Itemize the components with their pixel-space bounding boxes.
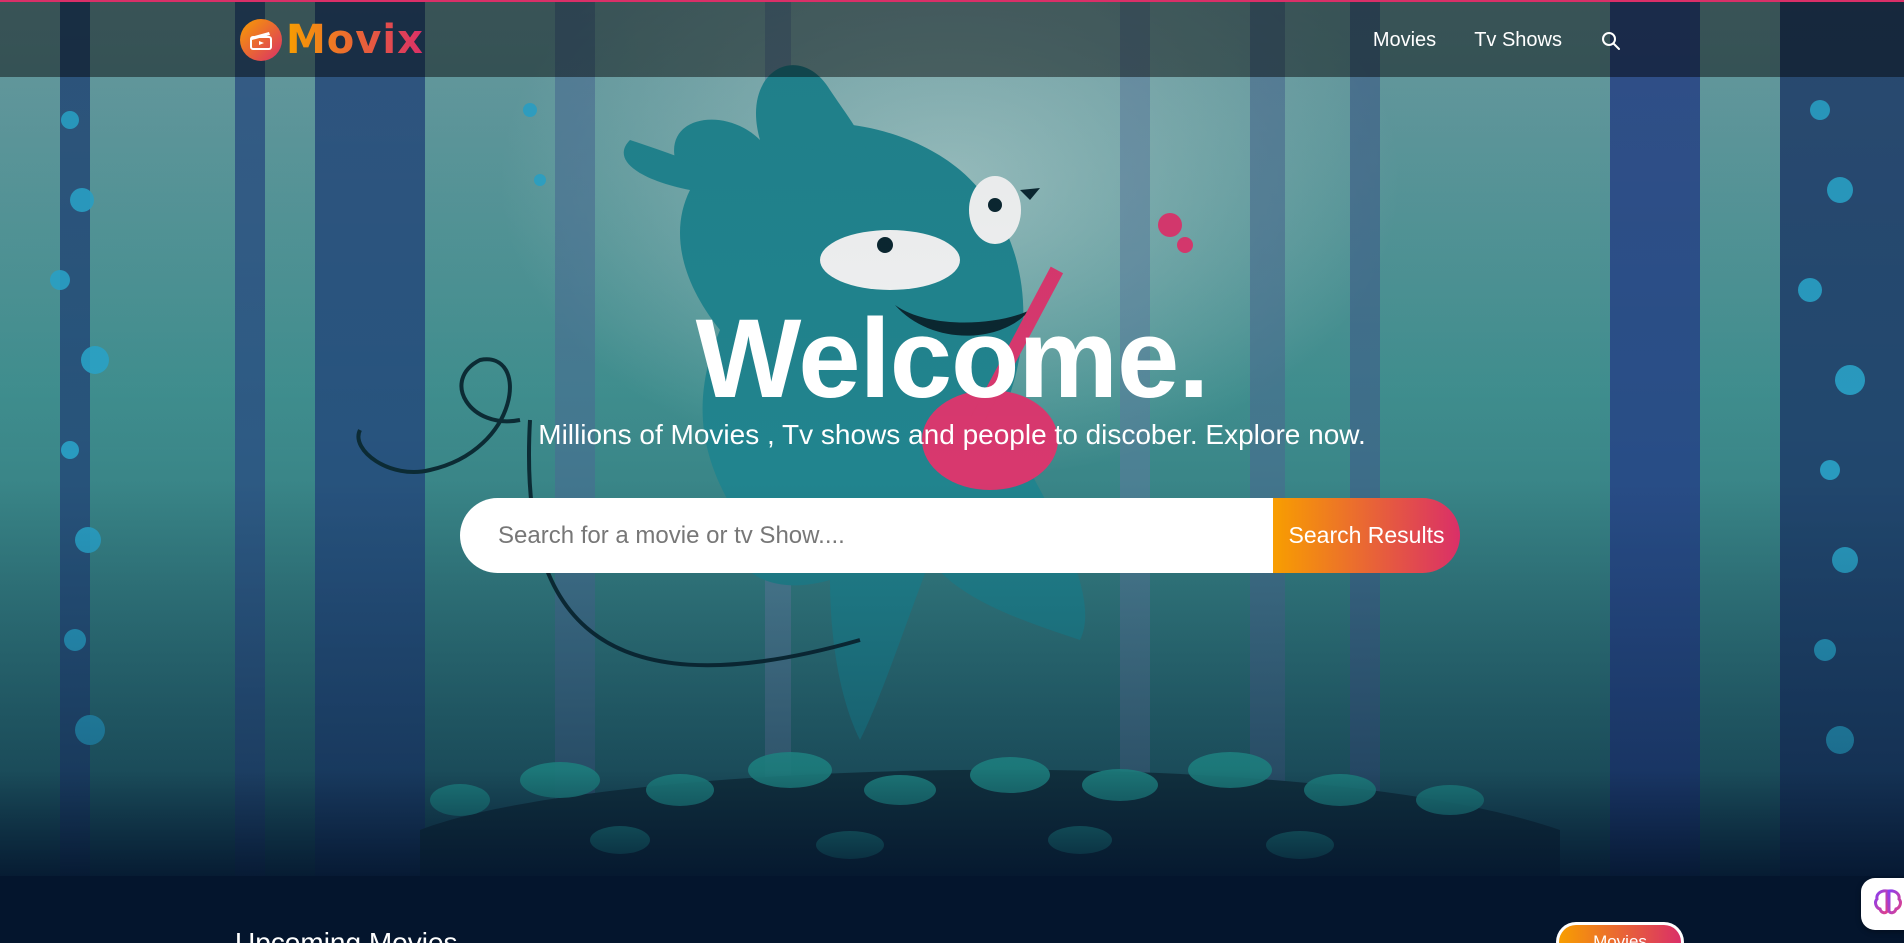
nav-tv-shows[interactable]: Tv Shows bbox=[1474, 29, 1562, 52]
top-navigation-bar: Movix Movies Tv Shows bbox=[0, 0, 1904, 77]
content-switch: Movies bbox=[1556, 922, 1684, 943]
search-bar: Search Results bbox=[460, 498, 1460, 573]
search-results-button[interactable]: Search Results bbox=[1273, 498, 1460, 573]
upcoming-movies-section: Upcoming Movies Movies bbox=[0, 876, 1904, 943]
logo-text: Movix bbox=[286, 17, 424, 63]
hero-content: Welcome. Millions of Movies , Tv shows a… bbox=[0, 300, 1904, 452]
main-navigation: Movies Tv Shows bbox=[1373, 2, 1622, 79]
brain-icon bbox=[1873, 888, 1903, 921]
hero-title: Welcome. bbox=[695, 296, 1210, 421]
search-input[interactable] bbox=[460, 498, 1273, 573]
section-title: Upcoming Movies bbox=[235, 927, 458, 943]
hero-subtitle: Millions of Movies , Tv shows and people… bbox=[538, 419, 1366, 450]
clapperboard-icon bbox=[240, 19, 282, 61]
search-icon[interactable] bbox=[1600, 30, 1622, 52]
logo[interactable]: Movix bbox=[240, 18, 424, 62]
nav-movies[interactable]: Movies bbox=[1373, 29, 1436, 52]
hero-section: Welcome. Millions of Movies , Tv shows a… bbox=[0, 0, 1904, 876]
switch-tab-movies[interactable]: Movies bbox=[1559, 925, 1681, 943]
extension-widget[interactable] bbox=[1861, 878, 1904, 930]
